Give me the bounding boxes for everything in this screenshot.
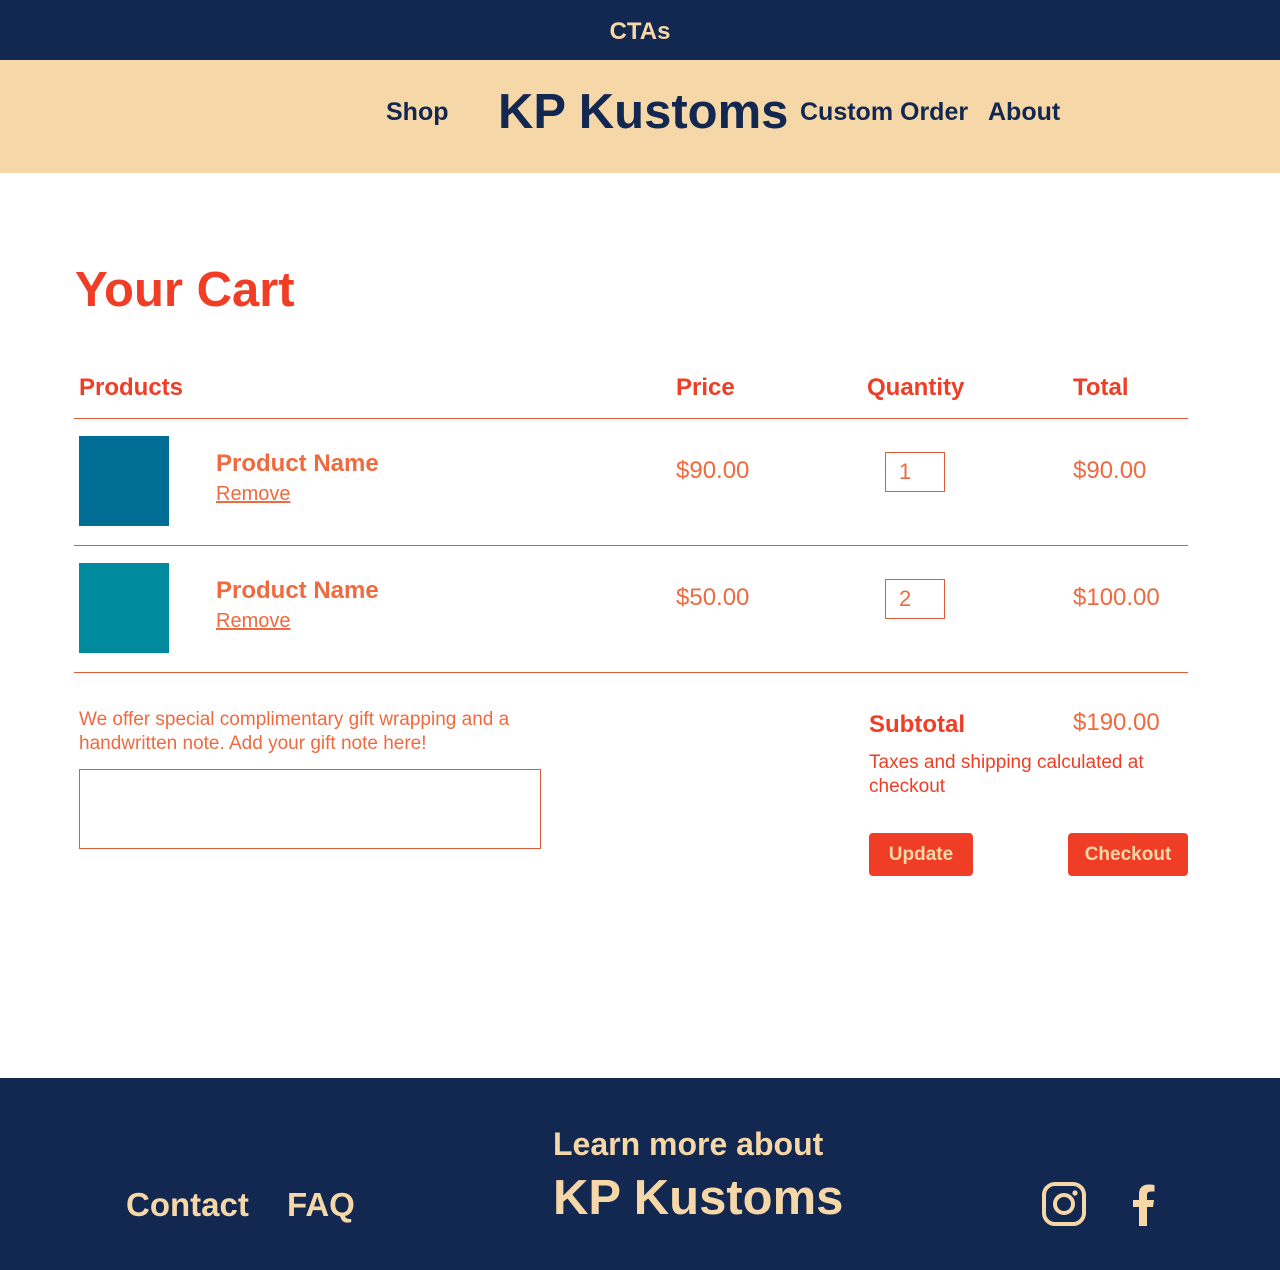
column-header-total: Total (1073, 374, 1129, 401)
site-footer: Contact FAQ Learn more about KP Kustoms (0, 1078, 1280, 1270)
column-header-quantity: Quantity (867, 374, 965, 401)
quantity-input[interactable]: 2 (885, 579, 945, 619)
taxes-shipping-note: Taxes and shipping calculated at checkou… (869, 752, 1144, 797)
gift-wrap-note-text: We offer special complimentary gift wrap… (79, 709, 510, 754)
quantity-input[interactable]: 1 (885, 452, 945, 492)
nav-shop[interactable]: Shop (386, 98, 449, 127)
nav-about[interactable]: About (988, 98, 1060, 127)
product-name[interactable]: Product Name (216, 450, 379, 478)
product-name[interactable]: Product Name (216, 577, 379, 605)
gift-note-field[interactable] (79, 769, 541, 849)
footer-learn-more: Learn more about (553, 1126, 824, 1162)
checkout-button[interactable]: Checkout (1068, 833, 1188, 876)
cta-text[interactable]: CTAs (0, 18, 1280, 46)
product-thumbnail[interactable] (79, 563, 169, 653)
subtotal-value: $190.00 (1073, 709, 1160, 736)
line-total: $100.00 (1073, 584, 1160, 611)
remove-link[interactable]: Remove (216, 483, 290, 506)
site-header: Shop KP Kustoms Custom Order About (0, 60, 1280, 173)
page-title: Your Cart (75, 263, 295, 317)
remove-link[interactable]: Remove (216, 610, 290, 633)
subtotal-label: Subtotal (869, 711, 965, 738)
instagram-icon[interactable] (1041, 1181, 1087, 1227)
line-total: $90.00 (1073, 457, 1147, 484)
cart-row: Product Name Remove $90.00 1 $90.00 (0, 419, 1280, 546)
product-price: $90.00 (676, 457, 750, 484)
cart-row: Product Name Remove $50.00 2 $100.00 (0, 546, 1280, 673)
table-divider (74, 672, 1188, 673)
product-price: $50.00 (676, 584, 750, 611)
footer-faq-link[interactable]: FAQ (287, 1186, 355, 1224)
brand-logo[interactable]: KP Kustoms (498, 84, 788, 140)
column-header-price: Price (676, 374, 735, 401)
nav-custom-order[interactable]: Custom Order (800, 98, 968, 127)
footer-brand[interactable]: KP Kustoms (553, 1170, 843, 1226)
column-header-products: Products (79, 374, 184, 401)
product-thumbnail[interactable] (79, 436, 169, 526)
update-button[interactable]: Update (869, 833, 973, 876)
facebook-icon[interactable] (1120, 1181, 1166, 1227)
cta-bar: CTAs (0, 0, 1280, 60)
footer-contact-link[interactable]: Contact (126, 1186, 249, 1224)
